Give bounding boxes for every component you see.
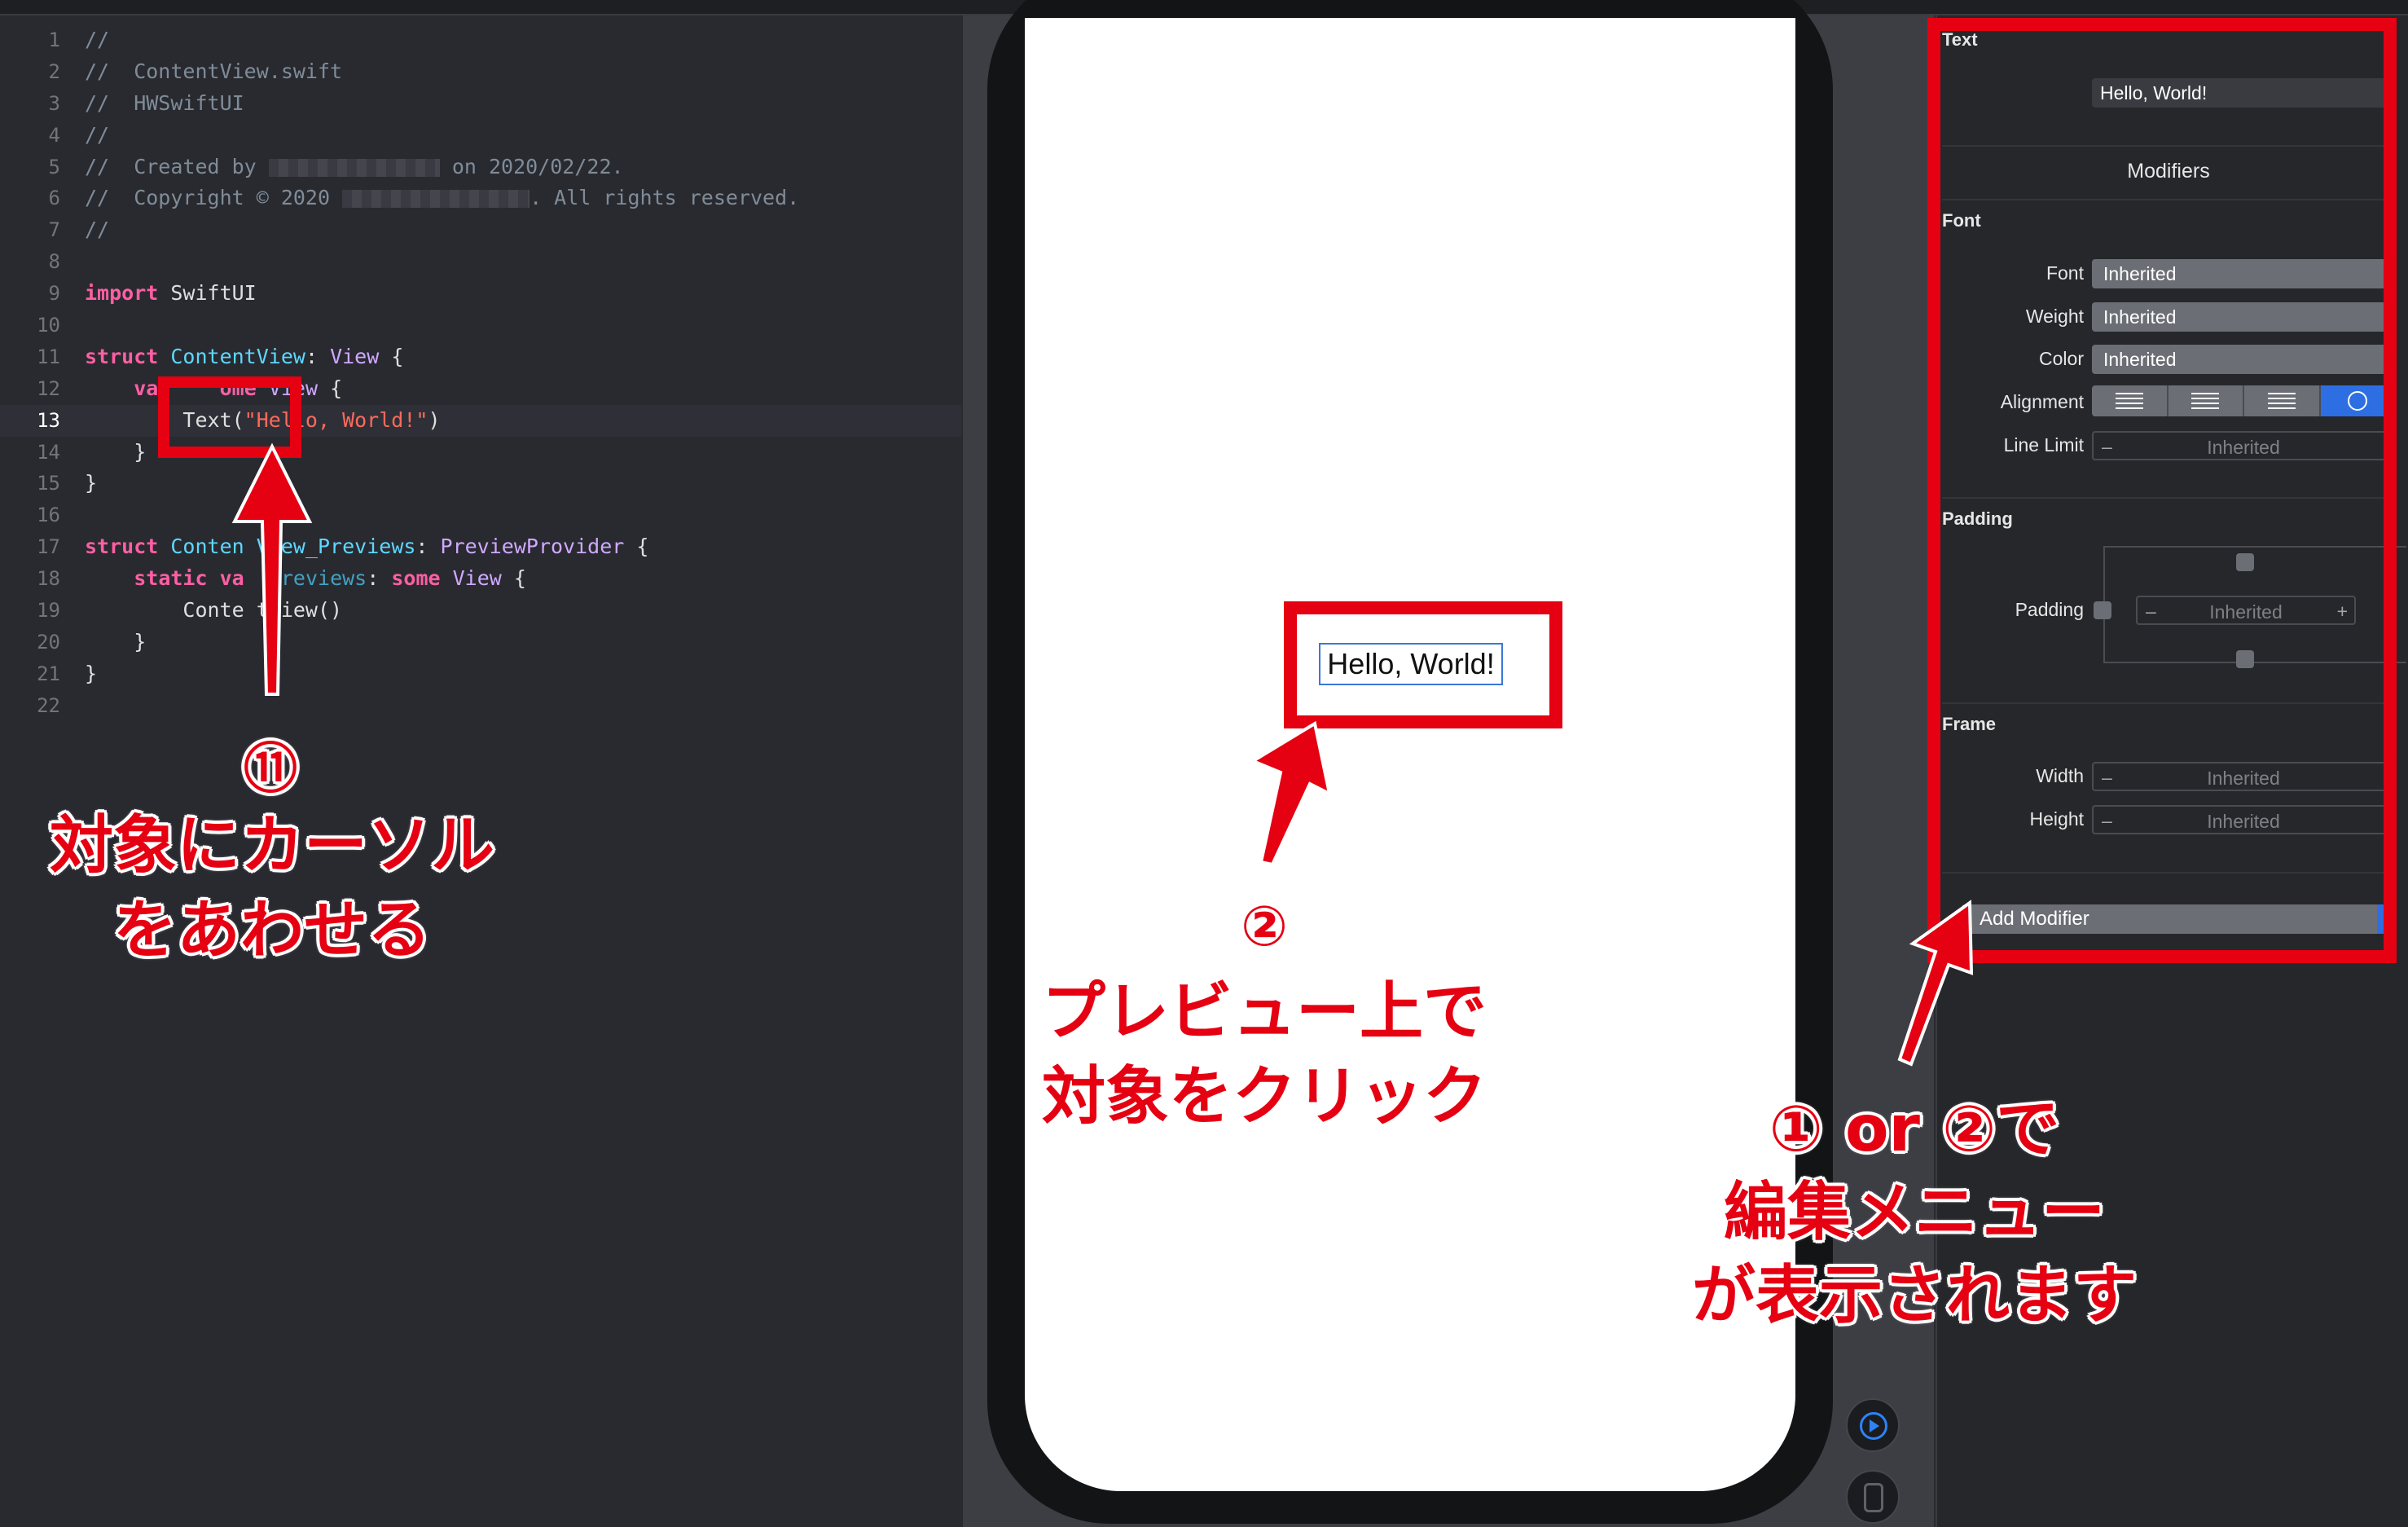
step1-number: ⑪ — [244, 737, 297, 800]
step3-text-line2: 編集メニュー — [1723, 1176, 2105, 1249]
step1-text-line1: 対象にカーソル — [49, 809, 494, 882]
step3-text-line1: ① or ②で — [1769, 1093, 2060, 1166]
step2-text-line2: 対象をクリック — [1041, 1060, 1487, 1133]
step2-number: ② — [1241, 895, 1288, 959]
step2-text-line1: プレビュー上で — [1041, 975, 1487, 1049]
arrow-to-inspector — [1897, 900, 1974, 1067]
arrow-to-code — [231, 442, 313, 696]
arrow-to-preview — [1249, 720, 1332, 867]
step3-text-line3: が表示されます — [1691, 1259, 2137, 1332]
step1-text-line2: をあわせる — [112, 894, 431, 967]
